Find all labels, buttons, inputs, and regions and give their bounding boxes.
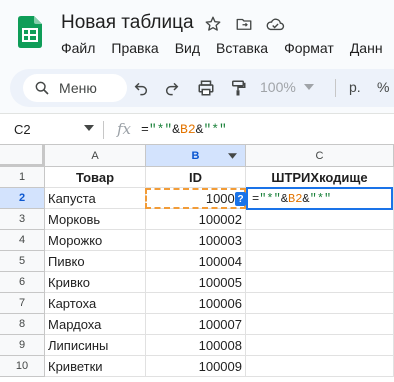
search-icon bbox=[35, 81, 49, 95]
undo-icon[interactable] bbox=[131, 78, 151, 98]
row-header-8[interactable]: 8 bbox=[0, 314, 45, 335]
cell-c8[interactable] bbox=[246, 314, 394, 335]
cell-a7[interactable]: Картоха bbox=[45, 293, 146, 314]
row-header-6[interactable]: 6 bbox=[0, 272, 45, 293]
formula-token: "*" bbox=[309, 191, 332, 206]
percent-format-button[interactable]: % bbox=[377, 79, 389, 95]
formula-token: "*" bbox=[259, 191, 281, 206]
document-title[interactable]: Новая таблица bbox=[61, 12, 194, 34]
formula-token: = bbox=[141, 122, 149, 137]
spreadsheet-grid: A B C 1 Товар ID ШТРИХкодище 2 Капуста 10000 3 М… bbox=[0, 145, 394, 382]
column-header-c[interactable]: C bbox=[246, 145, 394, 167]
sheets-logo-icon[interactable] bbox=[18, 16, 42, 48]
row-header-1[interactable]: 1 bbox=[0, 167, 45, 188]
cell-c9[interactable] bbox=[246, 335, 394, 356]
cell-c1[interactable]: ШТРИХкодище bbox=[246, 167, 394, 188]
formula-token: & bbox=[280, 191, 289, 206]
formula-bar: C2 fx ="*"&B2&"*" bbox=[0, 113, 394, 145]
row-header-9[interactable]: 9 bbox=[0, 335, 45, 356]
cell-b10[interactable]: 100009 bbox=[146, 356, 246, 377]
column-header-b[interactable]: B bbox=[146, 145, 246, 167]
formula-token: & bbox=[172, 122, 181, 137]
move-to-folder-icon[interactable] bbox=[234, 14, 254, 34]
cell-a5[interactable]: Пивко bbox=[45, 251, 146, 272]
formula-bar-divider bbox=[103, 121, 104, 139]
row-header-4[interactable]: 4 bbox=[0, 230, 45, 251]
cell-c4[interactable] bbox=[246, 230, 394, 251]
function-icon: fx bbox=[117, 120, 132, 138]
redo-icon[interactable] bbox=[162, 78, 182, 98]
cell-b4[interactable]: 100003 bbox=[146, 230, 246, 251]
formula-help-button[interactable]: ? bbox=[235, 192, 246, 206]
menu-format[interactable]: Формат bbox=[284, 40, 334, 56]
cell-a3[interactable]: Морковь bbox=[45, 209, 146, 230]
cloud-saved-icon[interactable] bbox=[265, 14, 285, 34]
column-menu-chevron-icon[interactable] bbox=[228, 153, 237, 159]
menu-search-box[interactable]: Меню bbox=[23, 74, 127, 102]
zoom-select[interactable]: 100% bbox=[260, 79, 314, 95]
cell-a10[interactable]: Криветки bbox=[45, 356, 146, 377]
menu-data[interactable]: Данн bbox=[350, 40, 383, 56]
app-header: Новая таблица Файл Правка Вид Вставка Фо… bbox=[0, 0, 394, 64]
cell-b5[interactable]: 100004 bbox=[146, 251, 246, 272]
formula-input[interactable]: ="*"&B2&"*" bbox=[141, 122, 227, 137]
formula-token: B2 bbox=[288, 191, 303, 206]
menu-view[interactable]: Вид bbox=[175, 40, 200, 56]
formula-token: "*" bbox=[203, 122, 227, 137]
row-header-7[interactable]: 7 bbox=[0, 293, 45, 314]
menu-bar: Файл Правка Вид Вставка Формат Данн bbox=[61, 40, 394, 56]
chevron-down-icon bbox=[303, 84, 314, 90]
row-header-10[interactable]: 10 bbox=[0, 356, 45, 377]
cell-b1[interactable]: ID bbox=[146, 167, 246, 188]
toolbar-divider bbox=[335, 79, 336, 97]
cell-c5[interactable] bbox=[246, 251, 394, 272]
name-box[interactable]: C2 bbox=[14, 122, 31, 137]
cell-a8[interactable]: Мардоха bbox=[45, 314, 146, 335]
row-header-5[interactable]: 5 bbox=[0, 251, 45, 272]
cell-c7[interactable] bbox=[246, 293, 394, 314]
paint-format-icon[interactable] bbox=[228, 78, 248, 98]
currency-format-button[interactable]: р. bbox=[349, 79, 361, 95]
cell-b6[interactable]: 100005 bbox=[146, 272, 246, 293]
cell-b9[interactable]: 100008 bbox=[146, 335, 246, 356]
menu-insert[interactable]: Вставка bbox=[216, 40, 268, 56]
menu-file[interactable]: Файл bbox=[61, 40, 95, 56]
copied-range-marker bbox=[145, 188, 246, 209]
select-all-corner[interactable] bbox=[0, 145, 45, 167]
cell-a2[interactable]: Капуста bbox=[45, 188, 146, 209]
cell-c6[interactable] bbox=[246, 272, 394, 293]
cell-a9[interactable]: Липисины bbox=[45, 335, 146, 356]
formula-token: B2 bbox=[180, 122, 196, 137]
formula-token: "*" bbox=[148, 122, 173, 137]
star-icon[interactable] bbox=[203, 14, 223, 34]
search-label: Меню bbox=[59, 80, 97, 96]
row-header-2[interactable]: 2 bbox=[0, 188, 45, 209]
cell-b7[interactable]: 100006 bbox=[146, 293, 246, 314]
cell-a1[interactable]: Товар bbox=[45, 167, 146, 188]
row-header-3[interactable]: 3 bbox=[0, 209, 45, 230]
column-header-a[interactable]: A bbox=[45, 145, 146, 167]
cell-a4[interactable]: Морожко bbox=[45, 230, 146, 251]
active-cell-editor[interactable]: = "*" & B2 & "*" bbox=[246, 187, 393, 210]
zoom-value: 100% bbox=[260, 79, 296, 95]
formula-token: & bbox=[302, 191, 310, 206]
cell-b8[interactable]: 100007 bbox=[146, 314, 246, 335]
menu-edit[interactable]: Правка bbox=[111, 40, 158, 56]
print-icon[interactable] bbox=[196, 78, 216, 98]
cell-b3[interactable]: 100002 bbox=[146, 209, 246, 230]
column-header-b-label: B bbox=[191, 149, 200, 162]
cell-c3[interactable] bbox=[246, 209, 394, 230]
toolbar: Меню 100% р. % bbox=[10, 69, 394, 107]
chevron-down-icon[interactable] bbox=[84, 125, 94, 131]
cell-a6[interactable]: Кривко bbox=[45, 272, 146, 293]
cell-c10[interactable] bbox=[246, 356, 394, 377]
formula-token: = bbox=[252, 191, 260, 206]
